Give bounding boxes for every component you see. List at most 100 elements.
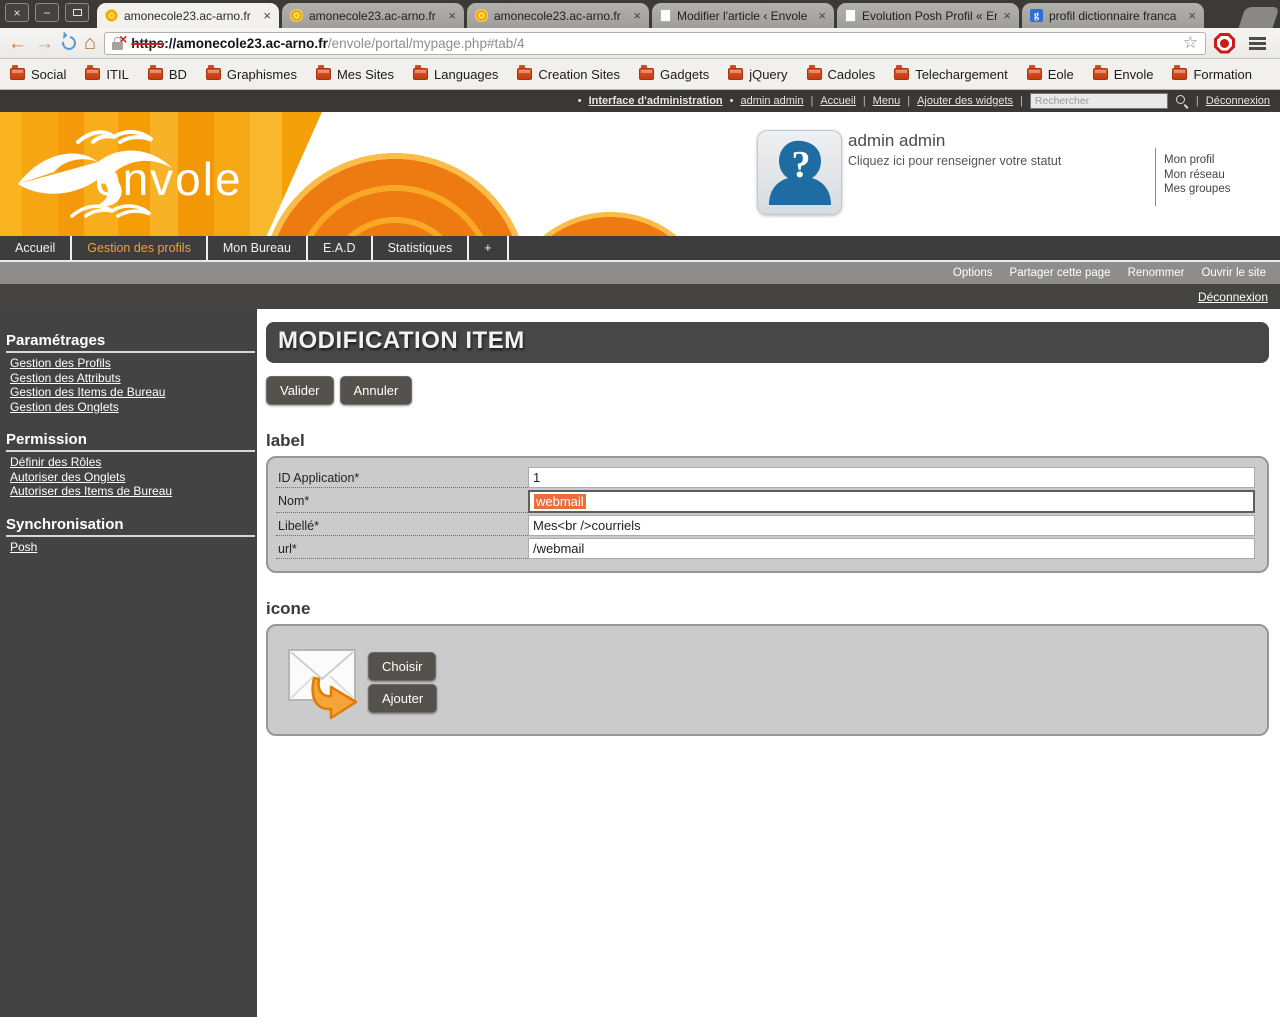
profile-link[interactable]: Mon profil: [1164, 153, 1230, 168]
logout-link[interactable]: Déconnexion: [1198, 290, 1268, 304]
profile-links: Mon profil Mon réseau Mes groupes: [1164, 153, 1230, 197]
folder-icon: [806, 65, 822, 80]
bookmark-folder[interactable]: Gadgets: [639, 65, 710, 82]
back-button[interactable]: ←: [8, 34, 27, 53]
bookmark-folder[interactable]: ITIL: [85, 65, 129, 82]
admin-menu-link[interactable]: Menu: [873, 95, 901, 107]
bookmark-folder[interactable]: Cadoles: [806, 65, 875, 82]
bookmark-folder[interactable]: Creation Sites: [517, 65, 620, 82]
portal-nav-tab[interactable]: Statistiques: [373, 236, 470, 260]
portal-nav-tab[interactable]: +: [469, 236, 509, 260]
sidebar: Paramétrages Gestion des Profils Gestion…: [0, 309, 257, 1017]
sidebar-link[interactable]: Gestion des Items de Bureau: [10, 385, 257, 400]
choose-icon-button[interactable]: Choisir: [368, 652, 437, 681]
sidebar-link[interactable]: Posh: [10, 540, 257, 555]
sidebar-link[interactable]: Définir des Rôles: [10, 455, 257, 470]
main-panel: MODIFICATION ITEM Valider Annuler label …: [257, 309, 1280, 1017]
bookmark-label: jQuery: [749, 66, 788, 82]
sidebar-link[interactable]: Gestion des Profils: [10, 356, 257, 371]
portal-nav-tab[interactable]: E.A.D: [308, 236, 373, 260]
label-section-panel: ID Application* 1 Nom* webmail Libellé*: [266, 456, 1269, 573]
bookmark-label: Languages: [434, 66, 499, 82]
tab-close-icon[interactable]: ×: [1188, 8, 1196, 23]
bookmark-label: Formation: [1193, 66, 1253, 82]
avatar[interactable]: ?: [757, 130, 842, 215]
window-maximize-button[interactable]: [65, 3, 89, 22]
browser-tab[interactable]: profil dictionnaire franca ×: [1022, 3, 1204, 28]
svg-text:?: ?: [792, 144, 811, 186]
bookmark-folder[interactable]: Telechargement: [894, 65, 1008, 82]
field-input[interactable]: /webmail: [528, 538, 1255, 559]
tab-close-icon[interactable]: ×: [1003, 8, 1011, 23]
add-icon-button[interactable]: Ajouter: [368, 684, 438, 713]
sidebar-link[interactable]: Autoriser des Onglets: [10, 470, 257, 485]
cancel-button[interactable]: Annuler: [339, 376, 413, 405]
bookmark-folder[interactable]: BD: [147, 65, 187, 82]
tab-title: amonecole23.ac-arno.fr: [124, 8, 251, 23]
admin-interface-link[interactable]: Interface d'administration: [589, 95, 723, 107]
bookmark-folder[interactable]: Envole: [1092, 65, 1153, 82]
browser-tab[interactable]: amonecole23.ac-arno.fr ×: [97, 3, 279, 28]
page-action-link[interactable]: Renommer: [1128, 267, 1185, 279]
sidebar-link[interactable]: Gestion des Attributs: [10, 371, 257, 386]
bookmark-folder[interactable]: jQuery: [728, 65, 788, 82]
admin-add-widgets-link[interactable]: Ajouter des widgets: [917, 95, 1013, 107]
bookmark-folder[interactable]: Eole: [1026, 65, 1074, 82]
sidebar-section: Permission Définir des Rôles Autoriser d…: [0, 431, 257, 499]
forward-button[interactable]: →: [35, 34, 54, 53]
profile-link[interactable]: Mon réseau: [1164, 168, 1230, 183]
window-minimize-button[interactable]: −: [35, 3, 59, 22]
tab-close-icon[interactable]: ×: [633, 8, 641, 23]
admin-logout-link[interactable]: Déconnexion: [1206, 95, 1270, 107]
browser-tab[interactable]: Modifier l'article ‹ Envole ×: [652, 3, 834, 28]
folder-icon: [639, 65, 655, 80]
profile-link[interactable]: Mes groupes: [1164, 182, 1230, 197]
browser-tab[interactable]: amonecole23.ac-arno.fr ×: [282, 3, 464, 28]
sidebar-section-title: Paramétrages: [6, 332, 255, 353]
page-action-link[interactable]: Partager cette page: [1010, 267, 1111, 279]
admin-bar: • Interface d'administration • admin adm…: [0, 90, 1280, 112]
browser-tab[interactable]: amonecole23.ac-arno.fr ×: [467, 3, 649, 28]
submit-button[interactable]: Valider: [266, 376, 334, 405]
field-value: Mes<br />courriels: [533, 518, 641, 533]
portal-header: envole ? admin admin Cliquez ici pour re…: [0, 112, 1280, 236]
bookmark-folder[interactable]: Social: [10, 65, 66, 82]
tab-close-icon[interactable]: ×: [448, 8, 456, 23]
tab-close-icon[interactable]: ×: [818, 8, 826, 23]
field-input[interactable]: webmail: [528, 490, 1255, 513]
sidebar-link[interactable]: Autoriser des Items de Bureau: [10, 484, 257, 499]
sidebar-link[interactable]: Gestion des Onglets: [10, 400, 257, 415]
noscript-icon[interactable]: [1214, 32, 1235, 54]
url-bar[interactable]: × https ://amonecole23.ac-arno.fr /envol…: [104, 31, 1206, 55]
form-row: url* /webmail: [276, 538, 1255, 559]
admin-search-input[interactable]: [1029, 93, 1168, 109]
bookmark-folder[interactable]: Languages: [413, 65, 499, 82]
bookmark-folder[interactable]: Graphismes: [205, 65, 297, 82]
bookmark-label: Gadgets: [660, 66, 710, 82]
form-row: Nom* webmail: [276, 490, 1255, 513]
bookmark-folder[interactable]: Mes Sites: [315, 65, 394, 82]
admin-account-link[interactable]: admin admin: [741, 95, 804, 107]
browser-tab[interactable]: Evolution Posh Profil « En ×: [837, 3, 1019, 28]
status-hint[interactable]: Cliquez ici pour renseigner votre statut: [848, 154, 1061, 168]
field-input[interactable]: Mes<br />courriels: [528, 515, 1255, 536]
portal-nav-tab[interactable]: Accueil: [0, 236, 73, 260]
portal-nav-tab[interactable]: Gestion des profils: [72, 236, 208, 260]
page-action-link[interactable]: Options: [953, 267, 993, 279]
portal-nav-tab[interactable]: Mon Bureau: [208, 236, 308, 260]
bookmark-star-icon[interactable]: ☆: [1183, 33, 1198, 53]
new-tab-button[interactable]: [1238, 7, 1280, 28]
icon-section-panel: Choisir Ajouter: [266, 624, 1269, 736]
bookmark-label: Graphismes: [226, 66, 297, 82]
page-action-link[interactable]: Ouvrir le site: [1201, 267, 1266, 279]
reload-button[interactable]: [59, 33, 79, 53]
window-close-button[interactable]: ×: [5, 3, 29, 22]
field-input[interactable]: 1: [528, 467, 1255, 488]
search-icon[interactable]: [1175, 94, 1189, 108]
tab-close-icon[interactable]: ×: [263, 8, 271, 23]
bookmark-folder[interactable]: Formation: [1172, 65, 1253, 82]
admin-home-link[interactable]: Accueil: [820, 95, 855, 107]
home-button[interactable]: ⌂: [84, 32, 96, 55]
hamburger-menu-icon[interactable]: [1249, 36, 1266, 50]
mail-forward-icon: [288, 649, 358, 720]
